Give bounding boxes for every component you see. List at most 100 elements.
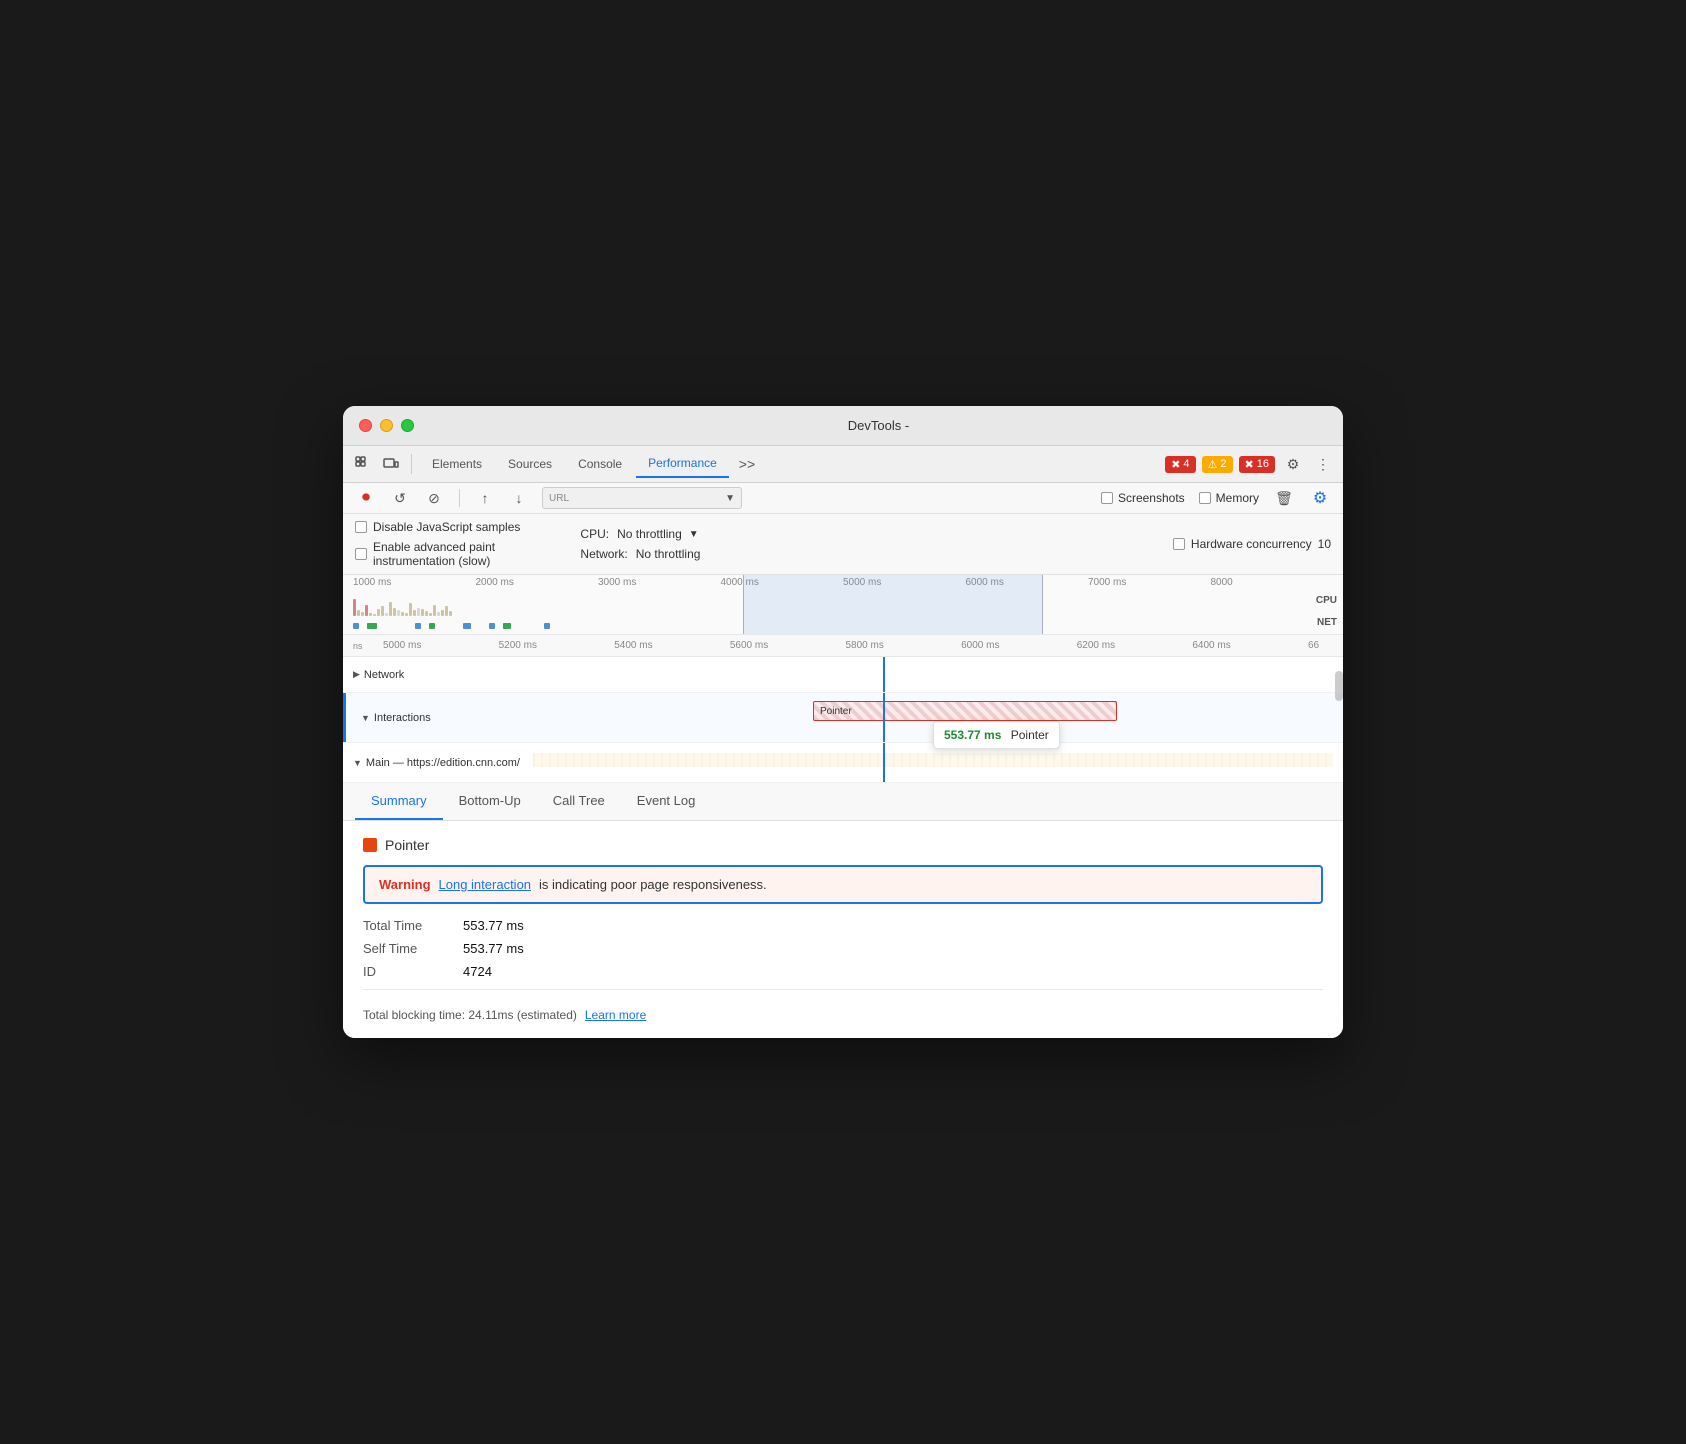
- tab-sources[interactable]: Sources: [496, 451, 564, 477]
- nav-tabs: Elements Sources Console Performance >>: [420, 450, 763, 478]
- settings-row: Disable JavaScript samples Enable advanc…: [343, 514, 1343, 575]
- stat-value-0: 553.77 ms: [463, 918, 524, 933]
- close-button[interactable]: [359, 419, 372, 432]
- error2-badge: ✖ 16: [1239, 456, 1275, 473]
- ruler-tick-8: 6400 ms: [1192, 640, 1308, 651]
- record-button[interactable]: ⏺: [355, 487, 377, 509]
- vertical-line: [883, 657, 885, 692]
- ruler-tick-9: 66: [1308, 640, 1333, 651]
- titlebar: DevTools -: [343, 406, 1343, 446]
- separator: [411, 454, 412, 474]
- memory-label: Memory: [1216, 491, 1259, 505]
- cpu-label: CPU:: [580, 527, 609, 541]
- hw-concurrency-label: Hardware concurrency: [1191, 537, 1312, 551]
- settings-icon[interactable]: ⚙: [1281, 452, 1305, 476]
- minimap-tick-2: 3000 ms: [598, 577, 721, 588]
- settings-right: CPU: No throttling ▼ Network: No throttl…: [580, 527, 700, 561]
- error2-icon: ✖: [1245, 458, 1254, 471]
- clear-button[interactable]: ⊘: [423, 487, 445, 509]
- network-arrow[interactable]: ▶: [353, 669, 360, 680]
- more-options-icon[interactable]: ⋮: [1311, 452, 1335, 476]
- network-track-label: ▶ Network: [353, 669, 533, 681]
- warning-box: Warning Long interaction is indicating p…: [363, 865, 1323, 904]
- learn-more-link[interactable]: Learn more: [585, 1008, 646, 1022]
- timeline-scroll[interactable]: ns 5000 ms 5200 ms 5400 ms 5600 ms 5800 …: [343, 635, 1343, 783]
- timeline-minimap[interactable]: 1000 ms 2000 ms 3000 ms 4000 ms 5000 ms …: [343, 575, 1343, 635]
- tooltip-ms: 553.77 ms: [944, 728, 1001, 742]
- footer-row: Total blocking time: 24.11ms (estimated)…: [363, 1000, 1323, 1022]
- enable-paint-label: Enable advanced paint instrumentation (s…: [373, 540, 495, 568]
- stats-table: Total Time 553.77 ms Self Time 553.77 ms…: [363, 918, 1323, 979]
- minimap-tick-1: 2000 ms: [476, 577, 599, 588]
- main-content: [533, 743, 1333, 782]
- tab-performance[interactable]: Performance: [636, 450, 729, 478]
- timeline-ruler: ns 5000 ms 5200 ms 5400 ms 5600 ms 5800 …: [343, 635, 1343, 657]
- main-track[interactable]: ▼ Main — https://edition.cnn.com/: [343, 743, 1343, 783]
- warning-link[interactable]: Long interaction: [439, 877, 532, 892]
- minimize-button[interactable]: [380, 419, 393, 432]
- tab-summary[interactable]: Summary: [355, 783, 443, 820]
- interactions-arrow[interactable]: ▼: [361, 713, 370, 723]
- minimap-tick-0: 1000 ms: [353, 577, 476, 588]
- cpu-dropdown-icon[interactable]: ▼: [689, 529, 699, 540]
- delete-button[interactable]: 🗑: [1273, 487, 1295, 509]
- enable-paint-checkbox[interactable]: [355, 548, 367, 560]
- tab-call-tree[interactable]: Call Tree: [537, 783, 621, 820]
- stat-label-1: Self Time: [363, 941, 443, 956]
- stat-label-2: ID: [363, 964, 443, 979]
- minimap-tick-6: 7000 ms: [1088, 577, 1211, 588]
- settings-left: Disable JavaScript samples Enable advanc…: [355, 520, 520, 568]
- screenshots-toggle[interactable]: Screenshots: [1101, 491, 1185, 505]
- tab-elements[interactable]: Elements: [420, 451, 494, 477]
- hw-concurrency: Hardware concurrency 10: [1173, 537, 1331, 551]
- net-label: NET: [1317, 617, 1337, 628]
- reload-button[interactable]: ↺: [389, 487, 411, 509]
- ruler-tick-2: 5200 ms: [499, 640, 615, 651]
- tab-event-log[interactable]: Event Log: [621, 783, 712, 820]
- memory-toggle[interactable]: Memory: [1199, 491, 1259, 505]
- bottom-tabs: Summary Bottom-Up Call Tree Event Log: [343, 783, 1343, 821]
- screenshots-label: Screenshots: [1118, 491, 1185, 505]
- window-title: DevTools -: [430, 418, 1327, 433]
- gear-button[interactable]: ⚙: [1309, 487, 1331, 509]
- main-track-label: ▼ Main — https://edition.cnn.com/: [353, 757, 533, 769]
- error-count: 4: [1183, 458, 1189, 470]
- ruler-tick-4: 5600 ms: [730, 640, 846, 651]
- disable-js-checkbox[interactable]: [355, 521, 367, 533]
- cursor-icon[interactable]: [351, 452, 375, 476]
- devtools-window: DevTools - Elements Sou: [343, 406, 1343, 1038]
- stat-label-0: Total Time: [363, 918, 443, 933]
- tab-console[interactable]: Console: [566, 451, 634, 477]
- interaction-bar[interactable]: Pointer: [813, 701, 1117, 721]
- ruler-tick-6: 6000 ms: [961, 640, 1077, 651]
- enable-paint-item: Enable advanced paint instrumentation (s…: [355, 540, 520, 568]
- upload-button[interactable]: ↑: [474, 487, 496, 509]
- stat-row-2: ID 4724: [363, 964, 1323, 979]
- ruler-tick-5: 5800 ms: [846, 640, 962, 651]
- tab-bottom-up[interactable]: Bottom-Up: [443, 783, 537, 820]
- network-label: Network:: [580, 547, 627, 561]
- interaction-bar-label: Pointer: [820, 706, 852, 717]
- interactions-track[interactable]: ▼ Interactions Pointer 553.77 ms Pointer: [343, 693, 1343, 743]
- url-bar[interactable]: URL ▼: [542, 487, 742, 509]
- vertical-line-main: [883, 743, 885, 782]
- minimap-tick-7: 8000: [1211, 577, 1334, 588]
- footer-text: Total blocking time: 24.11ms (estimated): [363, 1008, 577, 1022]
- cpu-throttle: CPU: No throttling ▼: [580, 527, 700, 541]
- responsive-icon[interactable]: [379, 452, 403, 476]
- warning-icon: ⚠: [1208, 458, 1218, 471]
- screenshots-checkbox[interactable]: [1101, 492, 1113, 504]
- main-arrow[interactable]: ▼: [353, 758, 362, 768]
- selected-region[interactable]: [743, 575, 1043, 634]
- memory-checkbox[interactable]: [1199, 492, 1211, 504]
- interactions-track-label: ▼ Interactions: [353, 712, 533, 724]
- interaction-tooltip: 553.77 ms Pointer: [933, 721, 1060, 749]
- stat-row-0: Total Time 553.77 ms: [363, 918, 1323, 933]
- stat-row-1: Self Time 553.77 ms: [363, 941, 1323, 956]
- hw-concurrency-checkbox[interactable]: [1173, 538, 1185, 550]
- disable-js-samples-item: Disable JavaScript samples: [355, 520, 520, 534]
- more-tabs-button[interactable]: >>: [731, 452, 763, 476]
- download-button[interactable]: ↓: [508, 487, 530, 509]
- network-track[interactable]: ▶ Network: [343, 657, 1343, 693]
- maximize-button[interactable]: [401, 419, 414, 432]
